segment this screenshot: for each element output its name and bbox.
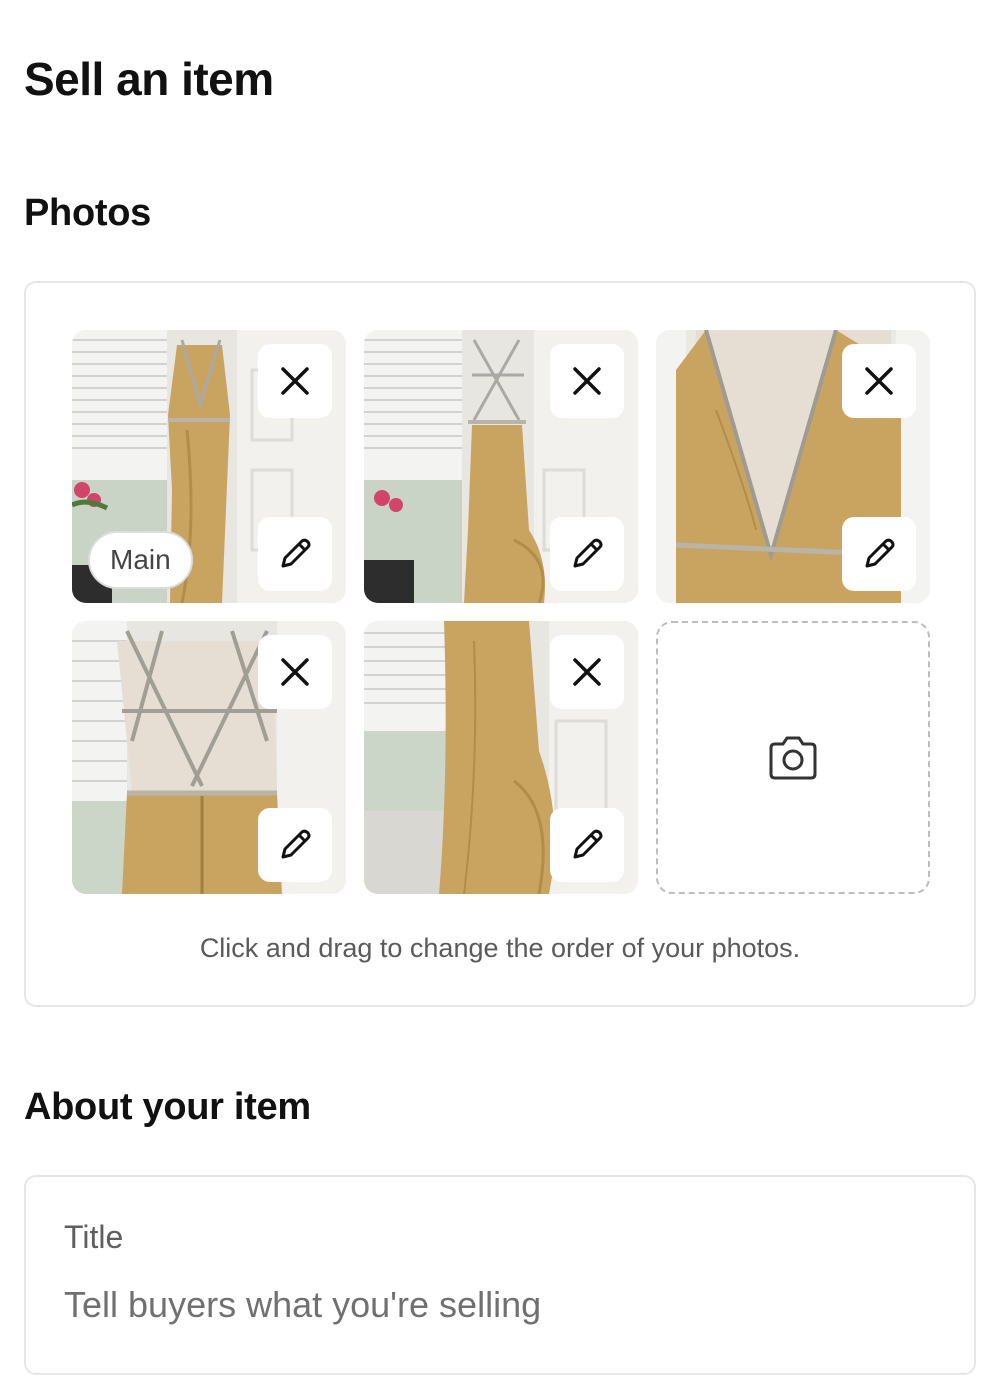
about-heading: About your item	[24, 1086, 311, 1128]
main-photo-badge: Main	[88, 531, 193, 589]
close-icon	[573, 367, 601, 395]
about-card: Title	[24, 1175, 976, 1375]
pencil-icon	[281, 538, 311, 568]
add-photo-button[interactable]	[656, 621, 930, 894]
title-label: Title	[64, 1219, 124, 1255]
drag-hint: Click and drag to change the order of yo…	[199, 933, 801, 963]
edit-photo-button[interactable]	[258, 517, 332, 591]
page-title: Sell an item	[24, 53, 274, 105]
edit-photo-button[interactable]	[842, 517, 916, 591]
photo-thumbnail[interactable]	[656, 330, 930, 603]
photo-thumbnail[interactable]	[364, 621, 638, 894]
pencil-icon	[865, 538, 895, 568]
edit-photo-button[interactable]	[258, 808, 332, 882]
photo-thumbnail[interactable]: Main	[72, 330, 346, 603]
camera-icon	[769, 736, 817, 779]
edit-photo-button[interactable]	[550, 517, 624, 591]
remove-photo-button[interactable]	[842, 344, 916, 418]
remove-photo-button[interactable]	[550, 344, 624, 418]
close-icon	[281, 367, 309, 395]
photo-thumbnail[interactable]	[364, 330, 638, 603]
edit-photo-button[interactable]	[550, 808, 624, 882]
pencil-icon	[281, 829, 311, 859]
remove-photo-button[interactable]	[258, 635, 332, 709]
close-icon	[865, 367, 893, 395]
close-icon	[281, 658, 309, 686]
remove-photo-button[interactable]	[258, 344, 332, 418]
photo-thumbnail[interactable]	[72, 621, 346, 894]
pencil-icon	[573, 829, 603, 859]
close-icon	[573, 658, 601, 686]
title-input[interactable]	[64, 1277, 934, 1333]
remove-photo-button[interactable]	[550, 635, 624, 709]
photos-heading: Photos	[24, 192, 151, 234]
pencil-icon	[573, 538, 603, 568]
photos-card: Main Click and drag to change the order …	[24, 281, 976, 1007]
